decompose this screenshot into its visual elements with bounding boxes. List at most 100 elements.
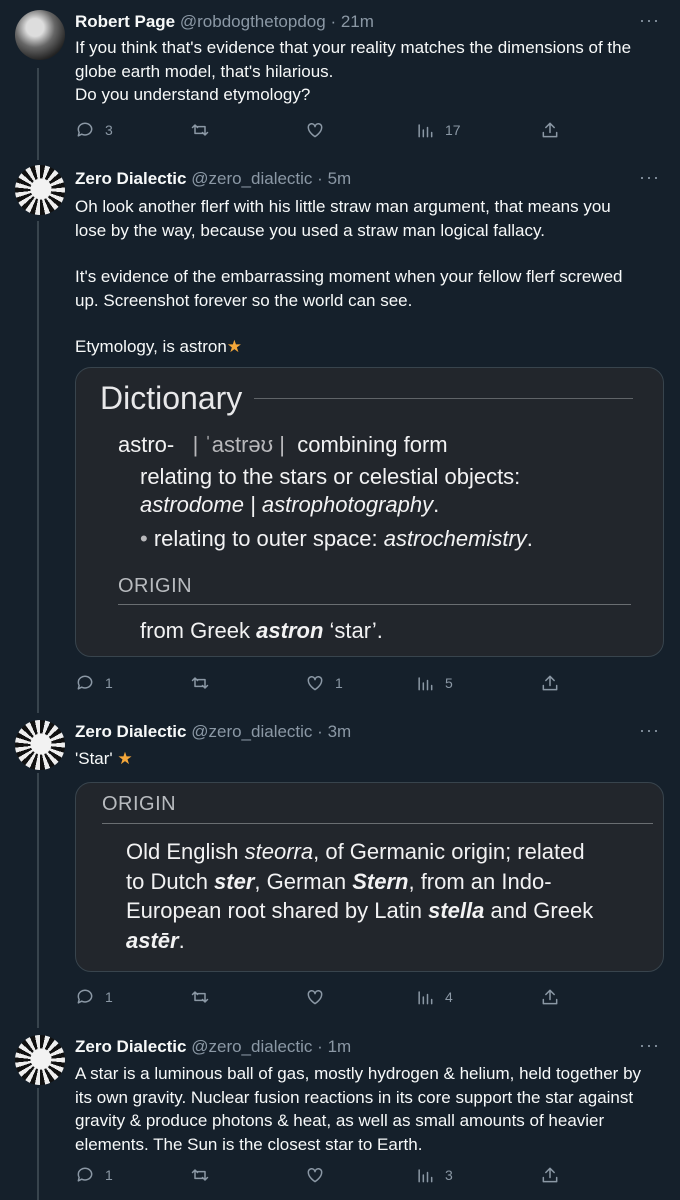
timestamp[interactable]: 1m: [328, 1037, 352, 1056]
text-line: It's evidence of the embarrassing moment…: [75, 267, 623, 286]
user-handle[interactable]: @zero_dialectic: [191, 722, 312, 741]
star-emoji-icon: ★: [117, 749, 133, 768]
share-icon: [542, 675, 558, 691]
separator: ·: [317, 1037, 323, 1056]
text-line: gravity & produce photons & heat, as wel…: [75, 1111, 605, 1130]
more-options-icon[interactable]: ···: [639, 10, 660, 31]
origin-heading: ORIGIN: [118, 575, 193, 597]
tweet-actions: 1 3: [75, 1165, 575, 1189]
view-count: 5: [445, 675, 453, 691]
text-line: lose by the way, because you used a stra…: [75, 220, 545, 240]
timestamp[interactable]: 3m: [328, 722, 352, 741]
origin-line-3: European root shared by Latin stella and…: [126, 898, 594, 923]
timestamp[interactable]: 5m: [328, 169, 352, 188]
avatar[interactable]: [15, 165, 65, 215]
separator: ·: [317, 722, 323, 741]
reply-icon: [77, 1167, 93, 1182]
retweet-button[interactable]: [190, 120, 210, 140]
more-options-icon[interactable]: ···: [639, 1035, 660, 1056]
heart-icon: [307, 122, 323, 138]
analytics-icon: [418, 124, 433, 138]
like-button[interactable]: 1: [305, 673, 343, 693]
reply-count: 1: [105, 1167, 113, 1183]
text-line: Oh look another flerf with his little st…: [75, 197, 611, 216]
star-emoji-icon: ★: [226, 337, 243, 356]
headword: astro-: [118, 432, 175, 457]
more-options-icon[interactable]: ···: [639, 720, 660, 741]
tweet-text: If you think that's evidence that your r…: [75, 36, 670, 107]
retweet-icon: [191, 677, 209, 689]
tweet[interactable]: Zero Dialectic @zero_dialectic · 5m ··· …: [0, 155, 680, 710]
share-button[interactable]: [540, 120, 560, 140]
divider: [254, 398, 633, 399]
like-button[interactable]: [305, 120, 325, 140]
origin-line-4: astēr.: [126, 928, 185, 953]
retweet-button[interactable]: [190, 673, 210, 693]
dictionary-image[interactable]: Dictionary astro- | ˈastrəʊ | combining …: [75, 367, 664, 657]
display-name[interactable]: Zero Dialectic: [75, 722, 187, 741]
avatar[interactable]: [15, 720, 65, 770]
tweet[interactable]: Robert Page @robdogthetopdog · 21m ··· I…: [0, 0, 680, 155]
like-button[interactable]: [305, 1165, 325, 1185]
avatar[interactable]: [15, 1035, 65, 1085]
text-line: 'Star' ★: [75, 749, 133, 768]
user-handle[interactable]: @zero_dialectic: [191, 1037, 312, 1056]
separator: ·: [317, 169, 323, 188]
reply-button[interactable]: 1: [75, 1165, 113, 1185]
share-icon: [542, 122, 558, 138]
part-of-speech: combining form: [297, 432, 448, 457]
avatar[interactable]: [15, 10, 65, 60]
dictionary-title: Dictionary: [100, 380, 243, 416]
reply-icon: [77, 989, 93, 1004]
text-line: globe earth model, that's hilarious.: [75, 61, 334, 81]
retweet-icon: [191, 991, 209, 1003]
tweet[interactable]: Zero Dialectic @zero_dialectic · 3m ··· …: [0, 710, 680, 1025]
user-handle[interactable]: @robdogthetopdog: [180, 12, 326, 31]
headword-line: astro- | ˈastrəʊ | combining form: [118, 432, 448, 458]
tweet-header: Zero Dialectic @zero_dialectic · 1m: [75, 1037, 351, 1057]
tweet-header: Zero Dialectic @zero_dialectic · 5m: [75, 169, 351, 189]
retweet-button[interactable]: [190, 1165, 210, 1185]
reply-icon: [77, 675, 93, 690]
tweet-header: Robert Page @robdogthetopdog · 21m: [75, 12, 374, 32]
reply-button[interactable]: 1: [75, 987, 113, 1007]
display-name[interactable]: Robert Page: [75, 12, 175, 31]
display-name[interactable]: Zero Dialectic: [75, 169, 187, 188]
reply-icon: [77, 122, 93, 137]
heart-icon: [307, 1167, 323, 1183]
heart-icon: [307, 675, 323, 691]
text-line: Etymology, is astron★: [75, 337, 243, 356]
views-button[interactable]: 5: [415, 673, 453, 693]
tweet-actions: 1 4: [75, 987, 575, 1011]
reply-button[interactable]: 3: [75, 120, 113, 140]
tweet[interactable]: Zero Dialectic @zero_dialectic · 1m ··· …: [0, 1025, 680, 1200]
like-button[interactable]: [305, 987, 325, 1007]
origin-image[interactable]: ORIGIN Old English steorra, of Germanic …: [75, 782, 664, 972]
retweet-icon: [191, 1169, 209, 1181]
retweet-button[interactable]: [190, 987, 210, 1007]
share-button[interactable]: [540, 987, 560, 1007]
pronunciation: | ˈastrəʊ |: [192, 432, 285, 457]
views-button[interactable]: 17: [415, 120, 461, 140]
timestamp[interactable]: 21m: [341, 12, 374, 31]
user-handle[interactable]: @zero_dialectic: [191, 169, 312, 188]
retweet-icon: [191, 124, 209, 136]
definition-1: relating to the stars or celestial objec…: [140, 464, 521, 489]
analytics-icon: [418, 1169, 433, 1183]
views-button[interactable]: 4: [415, 987, 453, 1007]
display-name[interactable]: Zero Dialectic: [75, 1037, 187, 1056]
views-button[interactable]: 3: [415, 1165, 453, 1185]
more-options-icon[interactable]: ···: [639, 167, 660, 188]
tweet-header: Zero Dialectic @zero_dialectic · 3m: [75, 722, 351, 742]
text-line: up. Screenshot forever so the world can …: [75, 290, 413, 310]
like-count: 1: [335, 675, 343, 691]
share-button[interactable]: [540, 1165, 560, 1185]
share-icon: [542, 989, 558, 1005]
share-button[interactable]: [540, 673, 560, 693]
origin-text: from Greek astron ‘star’.: [140, 618, 383, 643]
view-count: 17: [445, 122, 461, 138]
origin-line-1: Old English steorra, of Germanic origin;…: [126, 839, 585, 864]
view-count: 3: [445, 1167, 453, 1183]
reply-button[interactable]: 1: [75, 673, 113, 693]
tweet-actions: 3 17: [75, 120, 575, 144]
